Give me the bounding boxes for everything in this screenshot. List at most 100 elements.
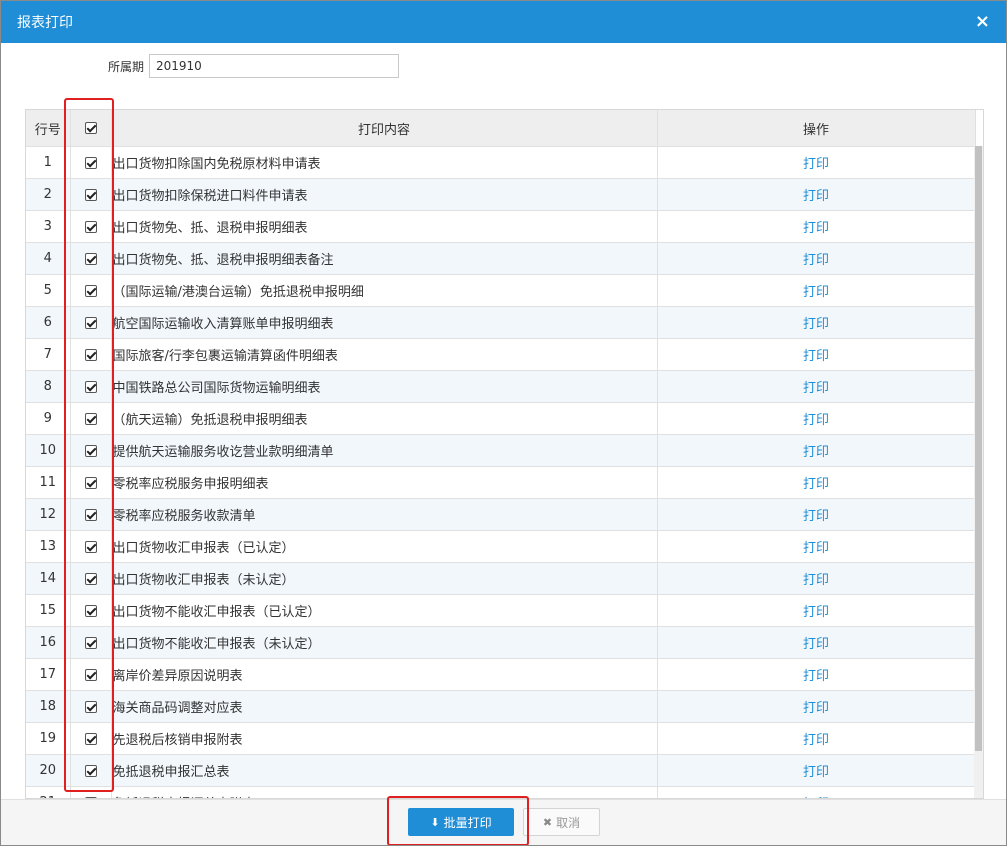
select-all-checkbox[interactable]: [70, 110, 112, 147]
dialog-footer: ⬇ 批量打印 ✖ 取消: [1, 799, 1006, 845]
row-action-cell: 打印: [657, 562, 976, 595]
report-name: 海关商品码调整对应表: [111, 690, 658, 723]
checkbox-checked-icon: [84, 122, 97, 134]
row-action-cell: 打印: [657, 338, 976, 371]
report-table: 行号 打印内容 操作 1 出口货物扣除国内免税原材料申请表 打印 2 出口货物扣除保税进…: [26, 110, 976, 798]
report-name: 免抵退税申报汇总表附表: [111, 786, 658, 798]
row-checkbox[interactable]: [70, 786, 112, 798]
row-number: 18: [26, 690, 71, 723]
row-checkbox[interactable]: [70, 594, 112, 627]
close-icon: ✖: [542, 815, 553, 829]
row-checkbox[interactable]: [70, 210, 112, 243]
table-row: 16 出口货物不能收汇申报表（未认定） 打印: [26, 626, 976, 659]
print-link[interactable]: 打印: [803, 221, 829, 236]
row-checkbox[interactable]: [70, 242, 112, 275]
print-link[interactable]: 打印: [803, 669, 829, 684]
print-link[interactable]: 打印: [803, 573, 829, 588]
dialog-titlebar: 报表打印 ×: [1, 1, 1006, 43]
row-checkbox[interactable]: [70, 690, 112, 723]
header-row-no: 行号: [26, 110, 71, 147]
row-number: 2: [26, 178, 71, 211]
row-action-cell: 打印: [657, 466, 976, 499]
print-link[interactable]: 打印: [803, 765, 829, 780]
checkbox-checked-icon: [84, 764, 97, 777]
print-link[interactable]: 打印: [803, 189, 829, 204]
print-link[interactable]: 打印: [803, 253, 829, 268]
checkbox-checked-icon: [84, 668, 97, 681]
print-link[interactable]: 打印: [803, 381, 829, 396]
period-row: 所属期: [1, 54, 1006, 78]
row-number: 17: [26, 658, 71, 691]
table-header-row: 行号 打印内容 操作: [26, 110, 976, 147]
checkbox-checked-icon: [84, 380, 97, 393]
row-checkbox[interactable]: [70, 370, 112, 403]
row-action-cell: 打印: [657, 786, 976, 798]
row-checkbox[interactable]: [70, 530, 112, 563]
row-number: 1: [26, 146, 71, 179]
row-checkbox[interactable]: [70, 146, 112, 179]
row-checkbox[interactable]: [70, 658, 112, 691]
period-input[interactable]: [149, 54, 399, 78]
row-checkbox[interactable]: [70, 434, 112, 467]
print-link[interactable]: 打印: [803, 413, 829, 428]
row-checkbox[interactable]: [70, 306, 112, 339]
report-name: 出口货物不能收汇申报表（已认定）: [111, 594, 658, 627]
print-link[interactable]: 打印: [803, 701, 829, 716]
table-row: 18 海关商品码调整对应表 打印: [26, 690, 976, 723]
print-link[interactable]: 打印: [803, 349, 829, 364]
report-name: （航天运输）免抵退税申报明细表: [111, 402, 658, 435]
report-name: （国际运输/港澳台运输）免抵退税申报明细: [111, 274, 658, 307]
print-link[interactable]: 打印: [803, 541, 829, 556]
report-print-dialog: 报表打印 × 所属期 行号 打印内容 操作 1 出口货物扣除国内免税原材料申请表: [0, 0, 1007, 846]
row-checkbox[interactable]: [70, 178, 112, 211]
print-link[interactable]: 打印: [803, 605, 829, 620]
row-checkbox[interactable]: [70, 754, 112, 787]
table-row: 5 （国际运输/港澳台运输）免抵退税申报明细 打印: [26, 274, 976, 307]
report-name: 免抵退税申报汇总表: [111, 754, 658, 787]
table-row: 19 先退税后核销申报附表 打印: [26, 722, 976, 755]
batch-print-button[interactable]: ⬇ 批量打印: [408, 808, 514, 836]
row-action-cell: 打印: [657, 434, 976, 467]
checkbox-checked-icon: [84, 476, 97, 489]
checkbox-checked-icon: [84, 572, 97, 585]
row-number: 11: [26, 466, 71, 499]
print-link[interactable]: 打印: [803, 477, 829, 492]
table-row: 3 出口货物免、抵、退税申报明细表 打印: [26, 210, 976, 243]
table-body: 1 出口货物扣除国内免税原材料申请表 打印 2 出口货物扣除保税进口料件申请表 打印 3 出口…: [26, 146, 976, 798]
checkbox-checked-icon: [84, 348, 97, 361]
print-link[interactable]: 打印: [803, 157, 829, 172]
print-link[interactable]: 打印: [803, 445, 829, 460]
print-link[interactable]: 打印: [803, 637, 829, 652]
row-checkbox[interactable]: [70, 338, 112, 371]
row-checkbox[interactable]: [70, 402, 112, 435]
print-link[interactable]: 打印: [803, 317, 829, 332]
row-action-cell: 打印: [657, 274, 976, 307]
row-checkbox[interactable]: [70, 562, 112, 595]
print-link[interactable]: 打印: [803, 509, 829, 524]
row-checkbox[interactable]: [70, 274, 112, 307]
table-row: 21 免抵退税申报汇总表附表打印: [26, 786, 976, 798]
row-number: 21: [26, 786, 71, 798]
row-checkbox[interactable]: [70, 498, 112, 531]
print-link[interactable]: 打印: [803, 285, 829, 300]
checkbox-checked-icon: [84, 636, 97, 649]
report-name: 提供航天运输服务收讫营业款明细清单: [111, 434, 658, 467]
cancel-button[interactable]: ✖ 取消: [523, 808, 600, 836]
row-action-cell: 打印: [657, 690, 976, 723]
dialog-title: 报表打印: [17, 15, 73, 31]
table-row: 7 国际旅客/行李包裹运输清算函件明细表 打印: [26, 338, 976, 371]
table-scrollbar[interactable]: [974, 146, 983, 798]
scrollbar-thumb[interactable]: [975, 146, 982, 751]
row-action-cell: 打印: [657, 658, 976, 691]
table-row: 12 零税率应税服务收款清单 打印: [26, 498, 976, 531]
print-link[interactable]: 打印: [803, 733, 829, 748]
row-checkbox[interactable]: [70, 626, 112, 659]
row-action-cell: 打印: [657, 306, 976, 339]
checkbox-checked-icon: [84, 508, 97, 521]
row-action-cell: 打印: [657, 626, 976, 659]
row-checkbox[interactable]: [70, 466, 112, 499]
row-checkbox[interactable]: [70, 722, 112, 755]
close-icon[interactable]: ×: [975, 13, 990, 31]
table-row: 15 出口货物不能收汇申报表（已认定） 打印: [26, 594, 976, 627]
header-action: 操作: [657, 110, 976, 147]
